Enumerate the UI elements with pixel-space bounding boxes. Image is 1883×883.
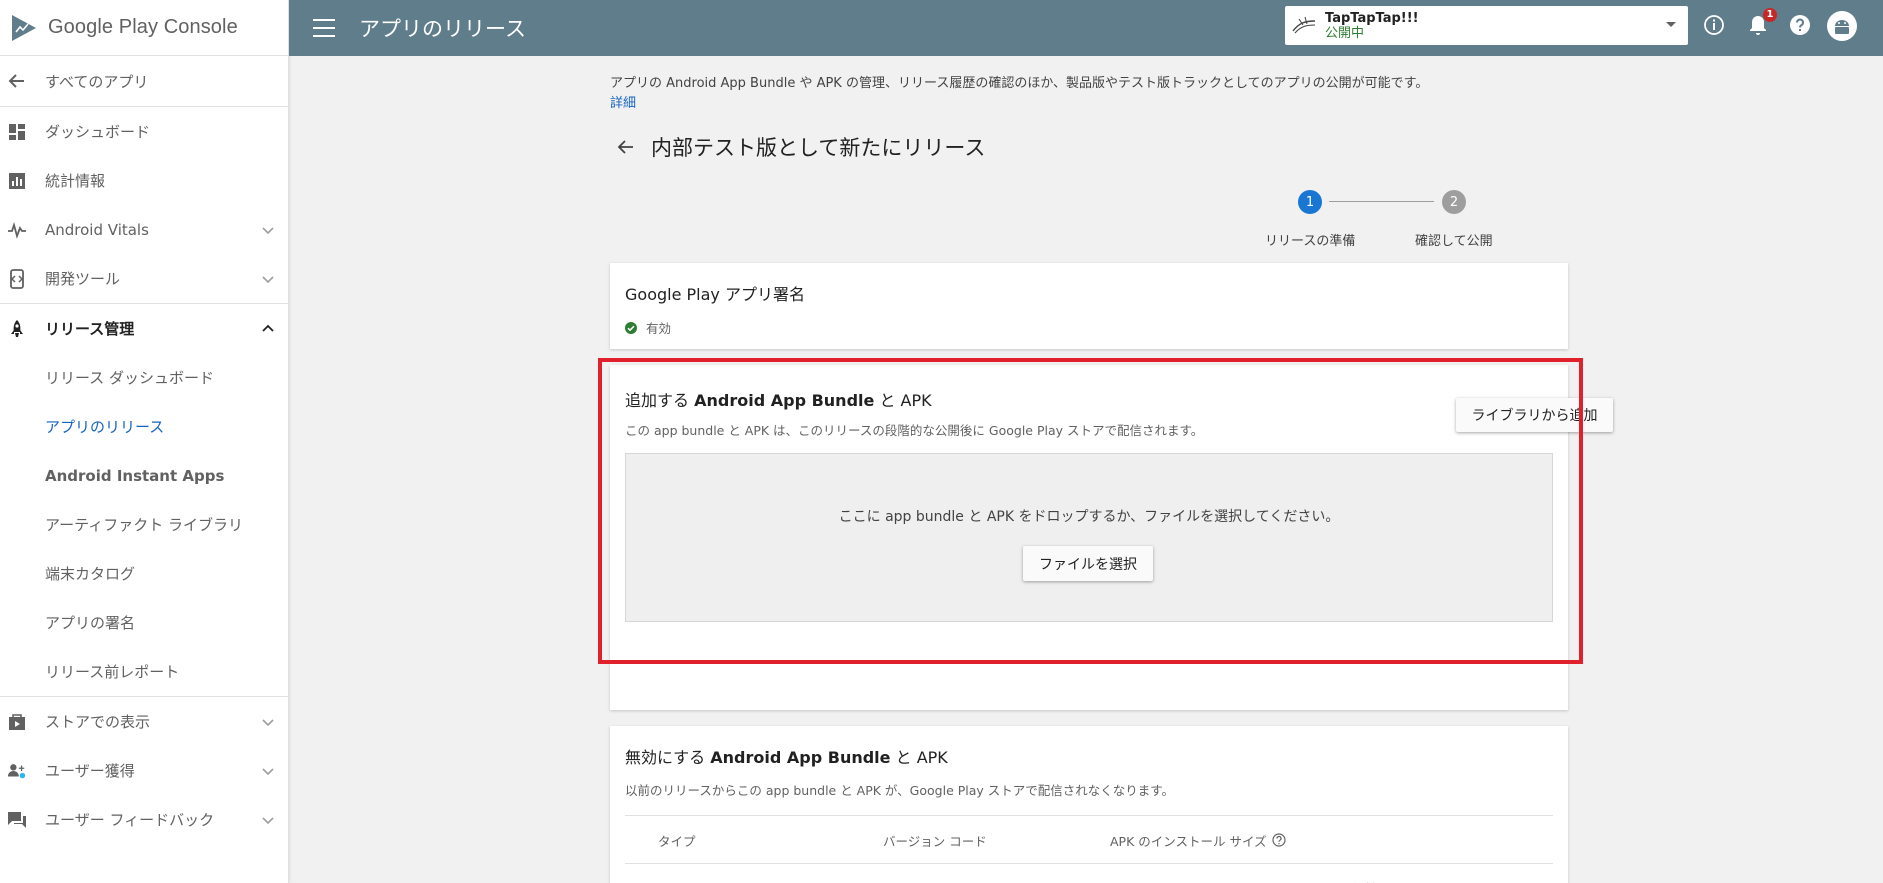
user-acquisition-icon (7, 761, 27, 781)
column-header-version: バージョン コード (883, 833, 987, 849)
sidebar-subitem-pre-launch-report[interactable]: リリース前レポート (0, 647, 288, 696)
feedback-icon (7, 810, 27, 830)
chevron-down-icon (262, 767, 274, 775)
pulse-icon (7, 220, 27, 240)
card-title: Google Play アプリ署名 (625, 285, 805, 304)
sidebar-item-label: リリース管理 (45, 320, 135, 338)
disable-bundle-card: 無効にする Android App Bundle と APK 以前のリリースから… (610, 726, 1568, 883)
sidebar-item-label: アーティファクト ライブラリ (45, 516, 243, 534)
sidebar-subitem-device-catalog[interactable]: 端末カタログ (0, 549, 288, 598)
step-1-indicator: 1 (1298, 190, 1322, 214)
expand-row-toggle[interactable] (635, 864, 647, 883)
rocket-icon (7, 319, 27, 339)
app-signing-card: Google Play アプリ署名 有効 (610, 263, 1568, 349)
android-avatar-icon (1827, 11, 1857, 41)
check-circle-icon (625, 321, 637, 334)
dashboard-icon (7, 122, 27, 142)
highlight-outline (598, 358, 1583, 664)
sidebar-item-label: すべてのアプリ (45, 72, 149, 91)
table-header: タイプ バージョン コード APK のインストール サイズ (625, 815, 1553, 863)
sidebar-item-label: アプリの署名 (45, 614, 136, 632)
sidebar-subitem-app-releases[interactable]: アプリのリリース (0, 402, 288, 451)
sidebar-item-label: Android Instant Apps (45, 466, 225, 485)
sidebar-subitem-app-signing[interactable]: アプリの署名 (0, 598, 288, 647)
sidebar-item-statistics[interactable]: 統計情報 (0, 156, 288, 205)
sidebar-subitem-release-dashboard[interactable]: リリース ダッシュボード (0, 353, 288, 402)
sidebar-item-label: ユーザー獲得 (45, 762, 135, 780)
column-header-size: APK のインストール サイズ (1110, 816, 1286, 864)
play-console-logo[interactable]: Google Play Console (0, 0, 288, 56)
info-icon[interactable] (1701, 12, 1727, 38)
menu-icon[interactable] (313, 19, 335, 37)
sidebar-item-user-feedback[interactable]: ユーザー フィードバック (0, 795, 288, 844)
help-circle-icon[interactable] (1272, 833, 1286, 847)
cell-type: APK (658, 864, 682, 883)
app-selector[interactable]: TapTapTap!!! 公開中 (1285, 6, 1688, 45)
card-description: 以前のリリースからこの app bundle と APK が、Google Pl… (625, 783, 1175, 798)
sidebar-item-dev-tools[interactable]: 開発ツール (0, 254, 288, 303)
help-icon[interactable] (1787, 12, 1813, 38)
chevron-down-icon (262, 816, 274, 824)
sidebar-item-dashboard[interactable]: ダッシュボード (0, 107, 288, 156)
sidebar-item-label: ダッシュボード (45, 123, 151, 141)
intro-text: アプリの Android App Bundle や APK の管理、リリース履歴… (610, 76, 1429, 91)
step-2-indicator: 2 (1442, 190, 1466, 214)
chevron-down-icon (262, 718, 274, 726)
sidebar-item-label: Android Vitals (45, 220, 149, 239)
sidebar-item-label: 端末カタログ (45, 565, 136, 583)
dev-tools-icon (7, 268, 27, 289)
notifications-icon[interactable]: 1 (1745, 8, 1777, 38)
title-prefix: 無効にする (625, 748, 706, 767)
app-icon (1292, 16, 1316, 33)
sidebar-item-label: アプリのリリース (45, 418, 165, 436)
column-header-size-label: APK のインストール サイズ (1110, 833, 1267, 849)
sidebar-item-release-management[interactable]: リリース管理 (0, 304, 288, 353)
step-2-label: 確認して公開 (1415, 234, 1493, 249)
chevron-up-icon (262, 324, 274, 332)
notification-badge: 1 (1763, 8, 1777, 22)
sidebar: Google Play Console すべてのアプリ ダッシュボード 統計情報… (0, 0, 289, 883)
play-console-logo-icon (12, 14, 36, 41)
app-name: TapTapTap!!! (1325, 10, 1419, 26)
step-1-label: リリースの準備 (1265, 234, 1356, 249)
sidebar-subitem-artifact-library[interactable]: アーティファクト ライブラリ (0, 500, 288, 549)
arrow-back-icon[interactable] (617, 138, 635, 156)
app-status: 公開中 (1325, 25, 1365, 41)
sidebar-item-android-vitals[interactable]: Android Vitals (0, 205, 288, 254)
sidebar-item-store-presence[interactable]: ストアでの表示 (0, 697, 288, 746)
cell-version: 1 (883, 864, 891, 883)
page-title: アプリのリリース (359, 17, 526, 41)
sidebar-item-label: リリース ダッシュボード (45, 369, 215, 387)
bar-chart-icon (7, 171, 27, 191)
cell-size: 20.87 MB (1110, 864, 1169, 883)
dropdown-caret-icon (1666, 22, 1676, 27)
release-title: 内部テスト版として新たにリリース (651, 136, 986, 160)
stepper-connector (1329, 201, 1434, 202)
sidebar-item-label: ユーザー フィードバック (45, 811, 215, 829)
retain-link[interactable]: 保持 (1352, 864, 1378, 883)
title-bold: Android App Bundle (710, 748, 891, 767)
sidebar-item-label: 開発ツール (45, 270, 121, 288)
sidebar-item-label: ストアでの表示 (45, 713, 151, 731)
arrow-back-icon (7, 71, 27, 91)
card-title: 無効にする Android App Bundle と APK (625, 744, 948, 768)
store-icon (7, 712, 27, 732)
intro-section: アプリの Android App Bundle や APK の管理、リリース履歴… (610, 74, 1428, 114)
top-app-bar: アプリのリリース TapTapTap!!! 公開中 1 (289, 0, 1883, 56)
title-suffix: と APK (895, 748, 948, 767)
release-header: 内部テスト版として新たにリリース (617, 132, 985, 162)
chevron-down-icon (262, 275, 274, 283)
sidebar-item-label: 統計情報 (45, 172, 106, 190)
signing-status: 有効 (646, 321, 672, 336)
sidebar-item-user-acquisition[interactable]: ユーザー獲得 (0, 746, 288, 795)
chevron-down-icon (262, 226, 274, 234)
sidebar-subitem-instant-apps[interactable]: Android Instant Apps (0, 451, 288, 500)
sidebar-item-label: リリース前レポート (45, 663, 180, 681)
account-avatar[interactable] (1826, 10, 1858, 42)
sidebar-back-all-apps[interactable]: すべてのアプリ (0, 56, 288, 106)
column-header-type: タイプ (658, 833, 696, 849)
brand-name: Google Play Console (48, 16, 238, 38)
table-row: APK 1 20.87 MB 保持 (625, 863, 1553, 883)
learn-more-link[interactable]: 詳細 (610, 96, 636, 111)
